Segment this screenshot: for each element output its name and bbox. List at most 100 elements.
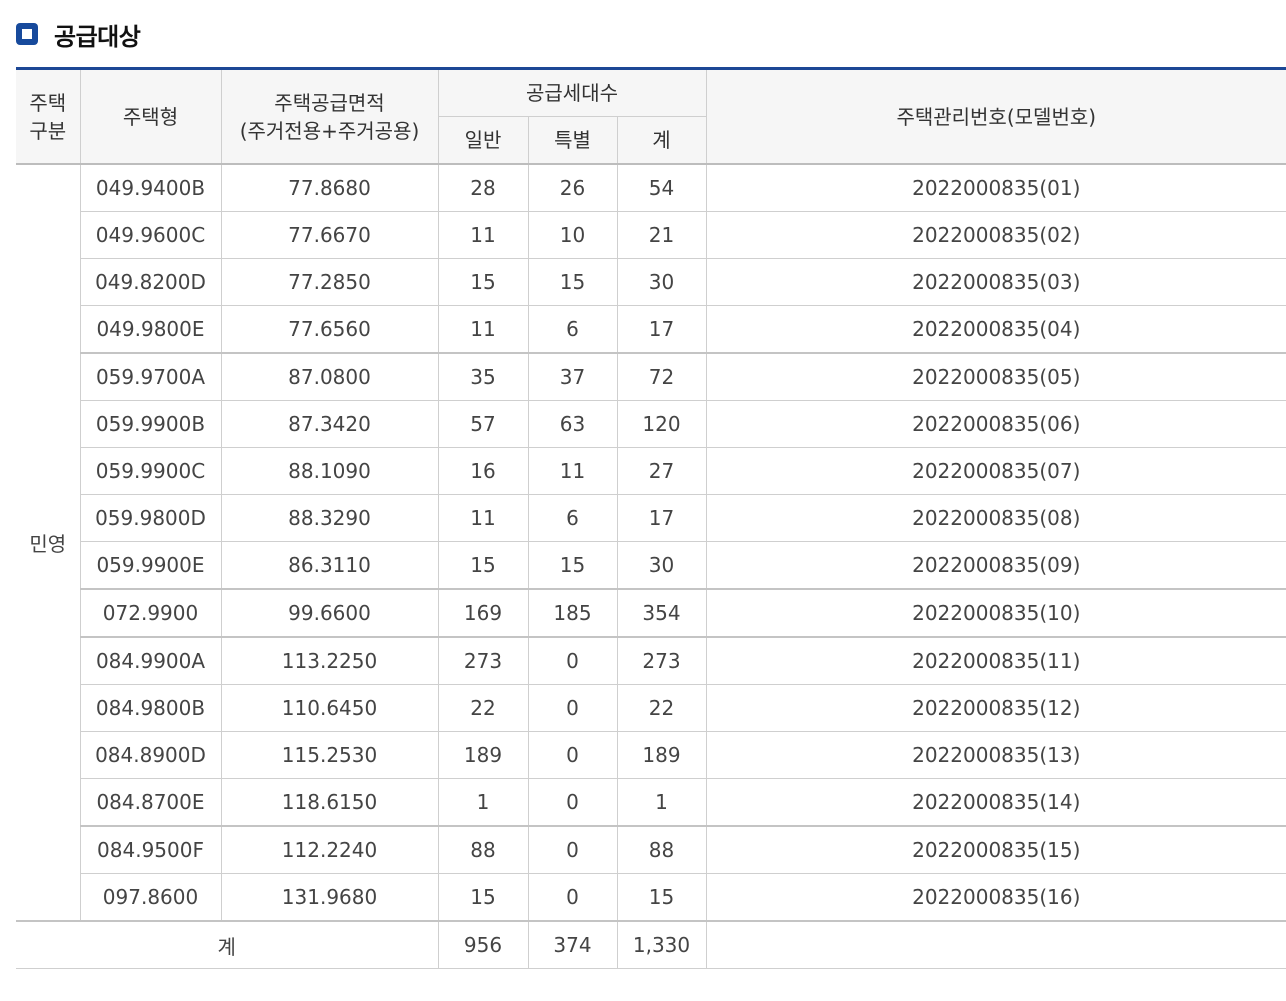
section-heading: 공급대상 bbox=[16, 14, 141, 54]
table-row: 084.8700E 118.6150 1 0 1 2022000835(14) bbox=[16, 778, 1286, 827]
header-housing-model: 주택형 bbox=[79, 68, 221, 165]
table-row: 072.9900 99.6600 169 185 354 2022000835(10) bbox=[16, 588, 1286, 638]
table-row: 084.9500F 112.2240 88 0 88 2022000835(15) bbox=[16, 825, 1286, 874]
cell-management-number: 2022000835(01) bbox=[705, 164, 1286, 212]
cell-general-units: 273 bbox=[437, 636, 528, 685]
header-management-number: 주택관리번호(모델번호) bbox=[705, 68, 1286, 165]
cell-housing-model: 059.9700A bbox=[79, 352, 221, 401]
cell-special-units: 15 bbox=[527, 541, 617, 590]
header-special: 특별 bbox=[527, 116, 617, 165]
cell-general-units: 57 bbox=[437, 400, 528, 448]
cell-management-number: 2022000835(10) bbox=[705, 588, 1286, 638]
cell-special-units: 185 bbox=[527, 588, 617, 638]
cell-supply-area: 88.1090 bbox=[220, 447, 438, 495]
table-row: 059.9900B 87.3420 57 63 120 2022000835(06) bbox=[16, 400, 1286, 448]
cell-general-units: 11 bbox=[437, 305, 528, 354]
cell-total-units: 1 bbox=[616, 778, 706, 827]
cell-management-number: 2022000835(15) bbox=[705, 825, 1286, 874]
cell-supply-area: 87.3420 bbox=[220, 400, 438, 448]
cell-general-units: 15 bbox=[437, 258, 528, 306]
cell-general-units: 11 bbox=[437, 211, 528, 259]
table-row: 049.8200D 77.2850 15 15 30 2022000835(03) bbox=[16, 258, 1286, 306]
table-row: 097.8600 131.9680 15 0 15 2022000835(16) bbox=[16, 873, 1286, 922]
cell-management-number: 2022000835(11) bbox=[705, 636, 1286, 685]
cell-supply-area: 86.3110 bbox=[220, 541, 438, 590]
cell-housing-model: 059.9900C bbox=[79, 447, 221, 495]
table-row: 059.9700A 87.0800 35 37 72 2022000835(05) bbox=[16, 352, 1286, 401]
cell-general-units: 1 bbox=[437, 778, 528, 827]
cell-total-units: 17 bbox=[616, 494, 706, 542]
cell-management-number: 2022000835(02) bbox=[705, 211, 1286, 259]
cell-special-units: 10 bbox=[527, 211, 617, 259]
cell-total-units: 30 bbox=[616, 541, 706, 590]
table-row: 049.9600C 77.6670 11 10 21 2022000835(02) bbox=[16, 211, 1286, 259]
cell-total-units: 72 bbox=[616, 352, 706, 401]
table-row: 민영 049.9400B 77.8680 28 26 54 2022000835(01) bbox=[16, 164, 1286, 922]
cell-total-units: 54 bbox=[616, 164, 706, 212]
cell-supply-area: 110.6450 bbox=[220, 684, 438, 732]
cell-supply-area: 77.2850 bbox=[220, 258, 438, 306]
cell-special-units: 0 bbox=[527, 825, 617, 874]
cell-general-units: 189 bbox=[437, 731, 528, 779]
cell-housing-model: 049.9400B bbox=[79, 164, 221, 212]
table-row: 059.9900E 86.3110 15 15 30 2022000835(09) bbox=[16, 541, 1286, 590]
cell-housing-model: 097.8600 bbox=[79, 873, 221, 922]
group-label: 민영 bbox=[16, 164, 80, 922]
table-row: 049.9800E 77.6560 11 6 17 2022000835(04) bbox=[16, 305, 1286, 354]
table-row: 084.8900D 115.2530 189 0 189 2022000835(13) bbox=[16, 731, 1286, 779]
cell-management-number: 2022000835(12) bbox=[705, 684, 1286, 732]
cell-general-units: 35 bbox=[437, 352, 528, 401]
cell-total-units: 273 bbox=[616, 636, 706, 685]
table-row: 084.9800B 110.6450 22 0 22 2022000835(12) bbox=[16, 684, 1286, 732]
total-row: 계 956 374 1,330 bbox=[16, 920, 1286, 969]
header-supply-units: 공급세대수 bbox=[437, 68, 706, 117]
header-total: 계 bbox=[616, 116, 706, 165]
total-management-number bbox=[705, 920, 1286, 969]
header-housing-type-group: 주택 구분 bbox=[16, 68, 80, 165]
cell-general-units: 169 bbox=[437, 588, 528, 638]
cell-special-units: 6 bbox=[527, 494, 617, 542]
table-row: 059.9900C 88.1090 16 11 27 2022000835(07) bbox=[16, 447, 1286, 495]
cell-management-number: 2022000835(03) bbox=[705, 258, 1286, 306]
cell-housing-model: 084.8700E bbox=[79, 778, 221, 827]
cell-total-units: 354 bbox=[616, 588, 706, 638]
cell-management-number: 2022000835(16) bbox=[705, 873, 1286, 922]
cell-total-units: 22 bbox=[616, 684, 706, 732]
cell-special-units: 26 bbox=[527, 164, 617, 212]
cell-housing-model: 084.9900A bbox=[79, 636, 221, 685]
cell-special-units: 11 bbox=[527, 447, 617, 495]
cell-total-units: 21 bbox=[616, 211, 706, 259]
cell-housing-model: 049.8200D bbox=[79, 258, 221, 306]
cell-management-number: 2022000835(09) bbox=[705, 541, 1286, 590]
cell-special-units: 0 bbox=[527, 684, 617, 732]
cell-special-units: 15 bbox=[527, 258, 617, 306]
cell-supply-area: 99.6600 bbox=[220, 588, 438, 638]
table-header: 주택 구분 주택형 주택공급면적 (주거전용+주거공용) 공급세대수 주택관리번… bbox=[16, 68, 1286, 165]
table-footer: 계 956 374 1,330 bbox=[16, 920, 1286, 969]
total-label: 계 bbox=[16, 920, 438, 969]
table-row: 084.9900A 113.2250 273 0 273 2022000835(11) bbox=[16, 636, 1286, 685]
cell-supply-area: 113.2250 bbox=[220, 636, 438, 685]
cell-housing-model: 059.9900B bbox=[79, 400, 221, 448]
cell-special-units: 0 bbox=[527, 731, 617, 779]
cell-supply-area: 77.6560 bbox=[220, 305, 438, 354]
cell-supply-area: 131.9680 bbox=[220, 873, 438, 922]
cell-supply-area: 88.3290 bbox=[220, 494, 438, 542]
cell-supply-area: 77.6670 bbox=[220, 211, 438, 259]
cell-housing-model: 084.9500F bbox=[79, 825, 221, 874]
header-general: 일반 bbox=[437, 116, 528, 165]
section-title: 공급대상 bbox=[54, 22, 141, 51]
cell-housing-model: 072.9900 bbox=[79, 588, 221, 638]
cell-total-units: 27 bbox=[616, 447, 706, 495]
cell-special-units: 0 bbox=[527, 636, 617, 685]
cell-special-units: 63 bbox=[527, 400, 617, 448]
cell-general-units: 16 bbox=[437, 447, 528, 495]
cell-housing-model: 049.9800E bbox=[79, 305, 221, 354]
cell-total-units: 15 bbox=[616, 873, 706, 922]
cell-housing-model: 049.9600C bbox=[79, 211, 221, 259]
cell-total-units: 17 bbox=[616, 305, 706, 354]
cell-management-number: 2022000835(04) bbox=[705, 305, 1286, 354]
cell-management-number: 2022000835(07) bbox=[705, 447, 1286, 495]
cell-management-number: 2022000835(14) bbox=[705, 778, 1286, 827]
cell-total-units: 120 bbox=[616, 400, 706, 448]
